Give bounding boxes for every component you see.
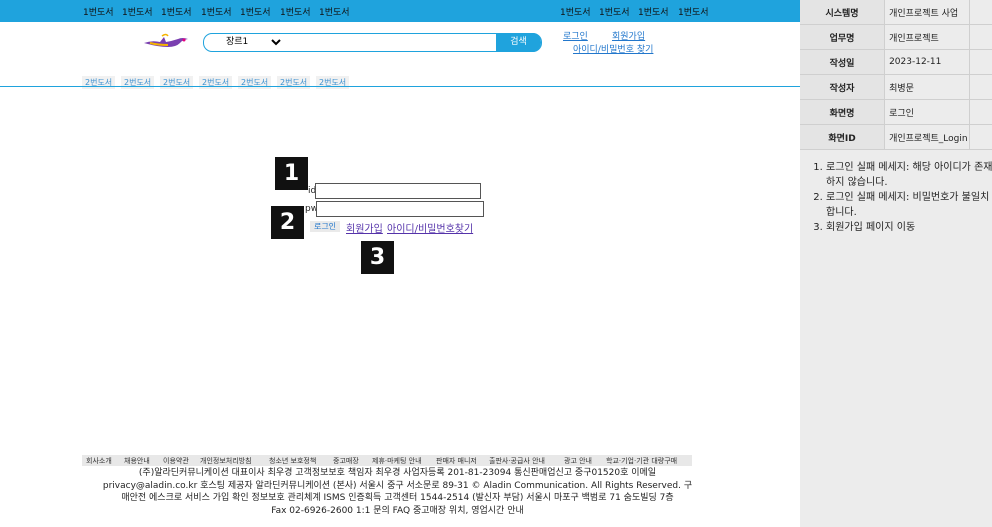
nav-link-book1[interactable]: 1번도서 xyxy=(280,5,311,18)
spec-key: 업무명 xyxy=(800,24,886,50)
spec-row: 작성자 최병문 xyxy=(800,74,992,100)
header-divider xyxy=(0,86,800,87)
pw-input[interactable] xyxy=(316,201,484,217)
signup-link-form[interactable]: 회원가입 xyxy=(346,220,383,235)
footer-line: (주)알라딘커뮤니케이션 대표이사 최우경 고객정보보호 책임자 최우경 사업자… xyxy=(138,468,657,478)
spec-value: 로그인 xyxy=(884,99,970,125)
annotation-badge-1: 1 xyxy=(275,157,308,190)
top-nav-bar: 1번도서 1번도서 1번도서 1번도서 1번도서 1번도서 1번도서 1번도서 … xyxy=(0,0,800,22)
spec-notes: 로그인 실패 메세지: 해당 아이디가 존재하지 않습니다. 로그인 실패 메세… xyxy=(814,160,992,235)
spec-value: 개인프로젝트 xyxy=(884,24,970,50)
spec-row: 업무명 개인프로젝트 xyxy=(800,24,992,50)
spec-row: 화면ID 개인프로젝트_Login xyxy=(800,124,992,150)
footer-link[interactable]: 제휴·마케팅 안내 xyxy=(372,456,422,466)
find-account-link[interactable]: 아이디/비밀번호 찾기 xyxy=(573,42,653,55)
find-account-link-form[interactable]: 아이디/비밀번호찾기 xyxy=(387,220,473,235)
spec-value: 개인프로젝트 사업 xyxy=(884,0,970,25)
login-button[interactable]: 로그인 xyxy=(310,221,340,232)
spec-key: 작성일 xyxy=(800,49,886,75)
spec-note: 로그인 실패 메세지: 해당 아이디가 존재하지 않습니다. xyxy=(826,160,992,190)
nav-link-book1[interactable]: 1번도서 xyxy=(240,5,271,18)
nav-link-book1[interactable]: 1번도서 xyxy=(83,5,114,18)
footer-line: privacy@aladin.co.kr 호스팅 제공자 알라딘커뮤니케이션 (… xyxy=(102,480,693,491)
spec-key: 작성자 xyxy=(800,74,886,100)
footer-line: Fax 02-6926-2600 1:1 문의 FAQ 중고매장 위치, 영업시… xyxy=(271,505,524,516)
category-tab[interactable]: 2번도서 xyxy=(82,76,116,89)
footer-link[interactable]: 이용약관 xyxy=(163,456,189,466)
nav-link-book1[interactable]: 1번도서 xyxy=(122,5,153,18)
spec-note: 회원가입 페이지 이동 xyxy=(826,220,992,235)
footer-company-info: (주)알라딘커뮤니케이션 대표이사 최우경 고객정보보호 책임자 최우경 사업자… xyxy=(80,467,715,517)
spec-note: 로그인 실패 메세지: 비밀번호가 불일치 합니다. xyxy=(826,190,992,220)
spec-key: 화면ID xyxy=(800,124,886,150)
spec-row: 화면명 로그인 xyxy=(800,99,992,125)
category-tab[interactable]: 2번도서 xyxy=(160,76,194,89)
category-tab[interactable]: 2번도서 xyxy=(121,76,155,89)
category-tab[interactable]: 2번도서 xyxy=(277,76,311,89)
footer-links: 회사소개 채용안내 이용약관 개인정보처리방침 청소년 보호정책 중고매장 제휴… xyxy=(82,455,692,466)
footer-link[interactable]: 개인정보처리방침 xyxy=(200,456,252,466)
nav-link-book1[interactable]: 1번도서 xyxy=(201,5,232,18)
spec-row: 작성일 2023-12-11 xyxy=(800,49,992,75)
nav-link-book1[interactable]: 1번도서 xyxy=(319,5,350,18)
category-tab[interactable]: 2번도서 xyxy=(199,76,233,89)
genie-lamp-logo[interactable] xyxy=(142,31,192,53)
spec-table: 시스템명 개인프로젝트 사업 업무명 개인프로젝트 작성일 2023-12-11 작성… xyxy=(800,0,992,150)
category-tab[interactable]: 2번도서 xyxy=(316,76,350,89)
footer-link[interactable]: 채용안내 xyxy=(124,456,150,466)
spec-panel: 시스템명 개인프로젝트 사업 업무명 개인프로젝트 작성일 2023-12-11 작성… xyxy=(800,0,992,527)
annotation-badge-3: 3 xyxy=(361,241,394,274)
search-box: 장르1 xyxy=(203,33,542,52)
footer-line: 매안전 에스크로 서비스 가입 확인 정보보호 관리체계 ISMS 인증획득 고… xyxy=(121,493,674,503)
login-link[interactable]: 로그인 xyxy=(563,29,588,42)
signup-link[interactable]: 회원가입 xyxy=(612,29,645,42)
spec-value: 2023-12-11 xyxy=(884,49,970,75)
footer-link[interactable]: 중고매장 xyxy=(333,456,359,466)
nav-link-book1-right[interactable]: 1번도서 xyxy=(599,5,630,18)
footer-link[interactable]: 출판사·공급사 안내 xyxy=(489,456,545,466)
id-input[interactable] xyxy=(315,183,481,199)
annotation-badge-2: 2 xyxy=(271,206,304,239)
spec-value: 최병문 xyxy=(884,74,970,100)
footer-link[interactable]: 판매자 매니저 xyxy=(436,456,477,466)
search-button[interactable]: 검색 xyxy=(496,33,541,52)
spec-key: 시스템명 xyxy=(800,0,886,25)
nav-link-book1-right[interactable]: 1번도서 xyxy=(678,5,709,18)
spec-value: 개인프로젝트_Login xyxy=(884,124,970,150)
nav-link-book1[interactable]: 1번도서 xyxy=(161,5,192,18)
nav-link-book1-right[interactable]: 1번도서 xyxy=(560,5,591,18)
footer-link[interactable]: 회사소개 xyxy=(86,456,112,466)
spec-key: 화면명 xyxy=(800,99,886,125)
category-tab[interactable]: 2번도서 xyxy=(238,76,272,89)
footer-link[interactable]: 학교·기업·기관 대량구매 xyxy=(606,456,677,466)
genre-select[interactable]: 장르1 xyxy=(222,35,284,49)
footer-link[interactable]: 청소년 보호정책 xyxy=(269,456,316,466)
nav-link-book1-right[interactable]: 1번도서 xyxy=(638,5,669,18)
spec-row: 시스템명 개인프로젝트 사업 xyxy=(800,0,992,25)
footer-link[interactable]: 광고 안내 xyxy=(564,456,592,466)
